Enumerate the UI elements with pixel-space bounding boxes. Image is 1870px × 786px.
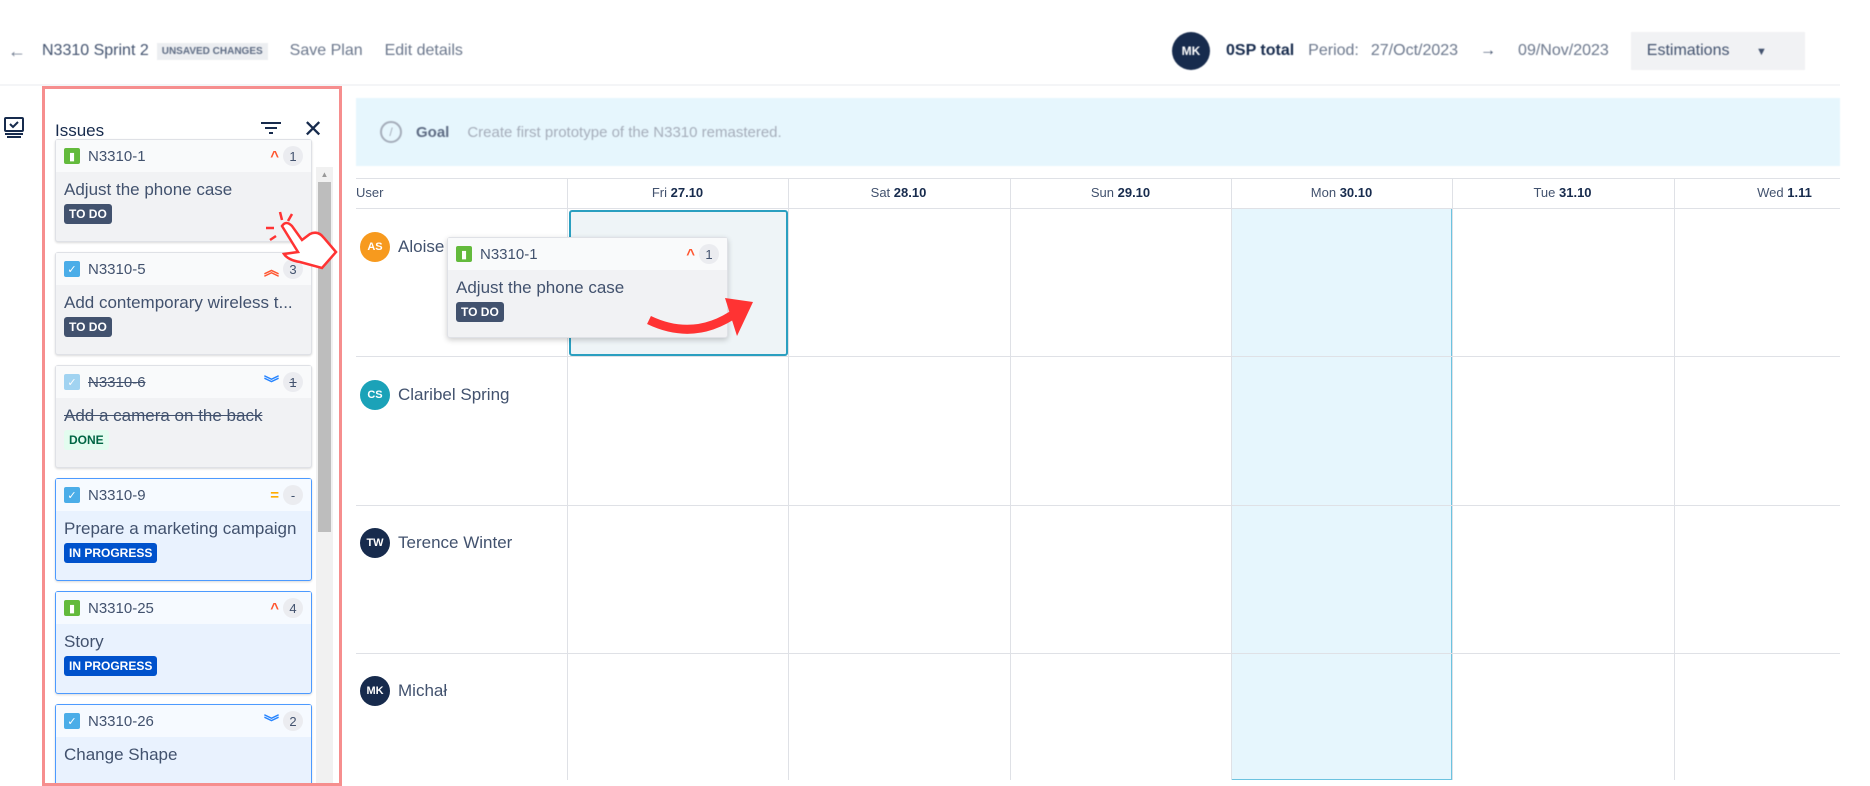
issue-key: N3310-9	[88, 486, 146, 504]
issue-title: Adjust the phone case	[64, 180, 233, 199]
user-row-label: AS Aloise	[360, 232, 444, 262]
issue-key: N3310-5	[88, 260, 146, 278]
period-end: 09/Nov/2023	[1518, 42, 1609, 59]
goal-banner: / Goal Create first prototype of the N33…	[356, 98, 1840, 166]
goal-icon: /	[380, 121, 402, 143]
sprint-name: N3310 Sprint 2	[42, 42, 149, 59]
day-header: Wed 1.11	[1757, 185, 1812, 200]
issue-key: N3310-6	[88, 373, 146, 391]
story-points: 1	[699, 244, 719, 264]
story-points: 1	[283, 146, 303, 166]
column-divider	[788, 178, 789, 780]
save-plan-button[interactable]: Save Plan	[290, 42, 363, 60]
priority-lowest-icon: ︾	[263, 713, 279, 731]
sprint-summary: MK 0SP total Period: 27/Oct/2023 → 09/No…	[1172, 32, 1805, 70]
drag-arrow-icon	[647, 298, 753, 336]
back-arrow-icon[interactable]: ←	[8, 41, 26, 62]
scroll-up-icon[interactable]: ▲	[316, 170, 333, 179]
period-start: 27/Oct/2023	[1370, 42, 1459, 59]
story-points: 2	[283, 711, 303, 731]
unsaved-badge: UNSAVED CHANGES	[156, 42, 268, 60]
issue-title: Story	[64, 632, 104, 651]
issue-card[interactable]: ✓ N3310-9 = - Prepare a marketing campaign …	[55, 478, 312, 581]
day-header: Mon 30.10	[1310, 185, 1373, 200]
user-avatar[interactable]: MK	[1172, 32, 1210, 70]
row-divider	[356, 356, 1840, 357]
arrow-right-icon: →	[1480, 42, 1497, 59]
user-name: Aloise	[398, 237, 445, 256]
status-badge: TO DO	[64, 317, 112, 337]
issues-panel: Issues ✕ ▲ ▮ N3310-1 ^ 1 Adjust the phone c…	[42, 86, 342, 786]
row-divider	[356, 653, 1840, 654]
period-label: Period:	[1308, 42, 1359, 59]
issue-card[interactable]: ✓ N3310-26 ︾ 2 Change Shape	[55, 704, 312, 783]
total-points: 0SP total	[1226, 42, 1295, 59]
priority-high-icon: ^	[270, 599, 279, 617]
task-icon: ✓	[64, 261, 80, 277]
issue-key: N3310-1	[88, 147, 146, 165]
top-bar: ← N3310 Sprint 2 UNSAVED CHANGES Save Pl…	[8, 36, 485, 66]
user-row-label: CS Claribel Spring	[360, 380, 510, 410]
status-badge: TO DO	[456, 302, 504, 322]
estimations-dropdown[interactable]: Estimations ▼	[1630, 32, 1805, 70]
issues-board-icon[interactable]	[3, 116, 25, 138]
row-divider	[356, 505, 1840, 506]
task-icon: ✓	[64, 713, 80, 729]
user-name: Terence Winter	[398, 533, 513, 552]
issue-key: N3310-25	[88, 599, 154, 617]
story-points: -	[283, 485, 303, 505]
story-points: 4	[283, 598, 303, 618]
priority-high-icon: ^	[686, 245, 695, 263]
user-column-header: User	[356, 185, 384, 200]
goal-text: Create first prototype of the N3310 rema…	[467, 123, 782, 141]
status-badge: IN PROGRESS	[64, 543, 158, 563]
issue-title: Add a camera on the back	[64, 406, 263, 425]
issue-title: Change Shape	[64, 745, 178, 764]
status-badge: IN PROGRESS	[64, 656, 158, 676]
user-name: Claribel Spring	[398, 385, 510, 404]
task-icon: ✓	[64, 374, 80, 390]
goal-label: Goal	[416, 123, 450, 141]
user-avatar: TW	[360, 528, 390, 558]
hand-cursor-icon	[266, 211, 338, 270]
column-divider	[1010, 178, 1011, 780]
issue-key: N3310-1	[480, 245, 538, 263]
task-icon: ✓	[64, 487, 80, 503]
user-avatar: CS	[360, 380, 390, 410]
issue-card[interactable]: ▮ N3310-25 ^ 4 Story IN PROGRESS	[55, 591, 312, 694]
chevron-down-icon: ▼	[1755, 46, 1767, 58]
today-column-highlight	[1231, 208, 1452, 780]
column-divider	[1231, 178, 1232, 780]
column-divider	[1674, 178, 1675, 780]
user-name: Michał	[398, 681, 448, 700]
user-row-label: MK Michał	[360, 676, 447, 706]
day-header: Tue 31.10	[1533, 185, 1592, 200]
story-points: 1	[283, 372, 303, 392]
status-badge: DONE	[64, 430, 109, 450]
issue-title: Add contemporary wireless t...	[64, 293, 293, 312]
story-icon: ▮	[64, 148, 80, 164]
story-icon: ▮	[64, 600, 80, 616]
user-avatar: AS	[360, 232, 390, 262]
day-header: Fri 27.10	[651, 185, 704, 200]
user-row-label: TW Terence Winter	[360, 528, 512, 558]
priority-high-icon: ^	[270, 147, 279, 165]
status-badge: TO DO	[64, 204, 112, 224]
row-divider	[356, 208, 1840, 209]
issue-key: N3310-26	[88, 712, 154, 730]
day-header: Sat 28.10	[870, 185, 927, 200]
panel-title: Issues	[55, 121, 105, 140]
priority-medium-icon: =	[270, 486, 279, 504]
priority-lowest-icon: ︾	[263, 374, 279, 392]
story-icon: ▮	[456, 246, 472, 262]
edit-details-button[interactable]: Edit details	[385, 42, 463, 60]
column-divider	[1452, 178, 1453, 780]
user-avatar: MK	[360, 676, 390, 706]
day-header: Sun 29.10	[1090, 185, 1151, 200]
issue-card[interactable]: ✓ N3310-6 ︾ 1 Add a camera on the back DONE	[55, 365, 312, 468]
issue-title: Prepare a marketing campaign	[64, 519, 297, 538]
